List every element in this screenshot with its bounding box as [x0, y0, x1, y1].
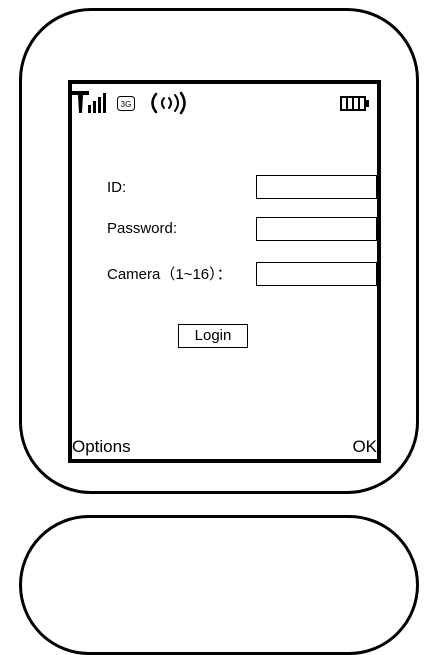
ok-softkey[interactable]: OK — [352, 437, 377, 457]
options-softkey[interactable]: Options — [72, 437, 131, 457]
second-phone-device-frame — [19, 515, 419, 655]
id-label: ID: — [107, 179, 127, 196]
signal-strength-icon — [72, 91, 106, 113]
wireless-icon — [151, 91, 186, 115]
password-label: Password: — [107, 220, 178, 237]
svg-text:3G: 3G — [121, 100, 132, 109]
battery-icon — [340, 96, 369, 111]
phone-screen: 3G ID: Password: Camera（1~16）： Login Opt… — [68, 80, 381, 463]
password-input[interactable] — [256, 217, 377, 241]
camera-input[interactable] — [256, 262, 377, 286]
camera-label: Camera（1~16）： — [107, 266, 232, 283]
id-input[interactable] — [256, 175, 377, 199]
login-button[interactable]: Login — [178, 324, 248, 348]
network-3g-icon: 3G — [117, 96, 135, 111]
status-bar: 3G — [72, 84, 377, 132]
